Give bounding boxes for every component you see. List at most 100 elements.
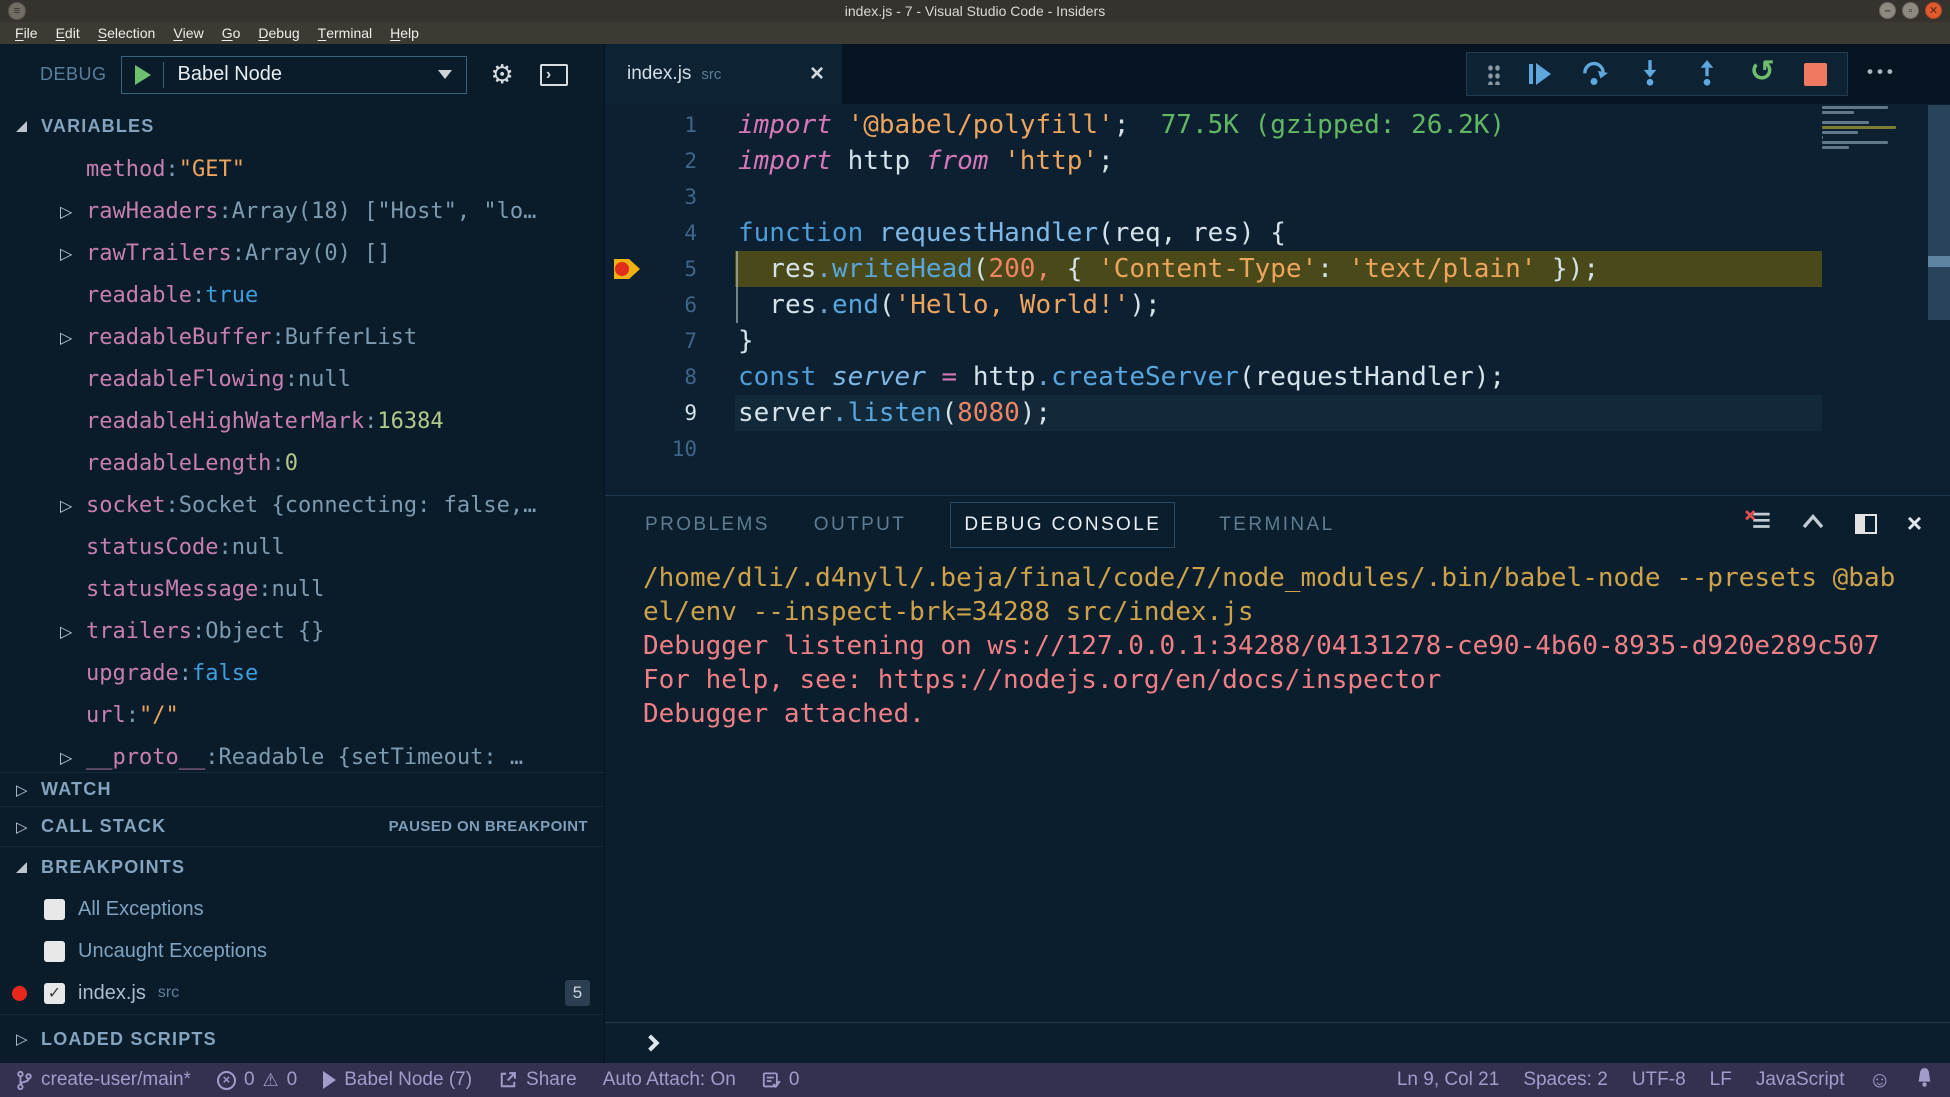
variable-row[interactable]: ▷readableBuffer: BufferList [0, 316, 604, 358]
window-menu-icon[interactable]: ≡ [8, 2, 26, 20]
breakpoints-section-header[interactable]: BREAKPOINTS [0, 846, 604, 888]
line-number[interactable]: 3 [641, 185, 697, 209]
line-number[interactable]: 10 [641, 437, 697, 461]
code-line-2[interactable]: 2import http from 'http'; [605, 143, 1950, 179]
variables-section-header[interactable]: VARIABLES [0, 105, 604, 148]
configure-gear-icon[interactable]: ⚙ [491, 59, 514, 90]
debug-session-status[interactable]: Babel Node (7) [323, 1069, 472, 1091]
clear-console-icon[interactable] [1745, 510, 1771, 537]
auto-attach-toggle[interactable]: Auto Attach: On [603, 1069, 736, 1091]
code-line-6[interactable]: 6 res.end('Hello, World!'); [605, 287, 1950, 323]
tab-index-js[interactable]: index.js src × [605, 44, 842, 104]
twisty-collapsed-icon[interactable]: ▷ [60, 748, 72, 767]
stop-button[interactable] [1804, 63, 1827, 86]
breakpoint-uncaught-exceptions[interactable]: Uncaught Exceptions [0, 930, 604, 972]
menu-item-file[interactable]: File [6, 22, 47, 44]
breakpoint-gutter[interactable] [605, 251, 641, 287]
close-button[interactable]: ✕ [1925, 2, 1942, 19]
language-mode[interactable]: JavaScript [1756, 1069, 1845, 1091]
breakpoint-gutter[interactable] [605, 215, 641, 251]
launch-config-dropdown[interactable]: Babel Node [121, 56, 467, 94]
notifications-bell-icon[interactable] [1915, 1067, 1934, 1094]
breakpoint-gutter[interactable] [605, 107, 641, 143]
twisty-collapsed-icon[interactable]: ▷ [60, 622, 72, 641]
breakpoint-index-js[interactable]: ✓ index.js src 5 [0, 972, 604, 1014]
variable-row[interactable]: upgrade: false [0, 652, 604, 694]
line-number[interactable]: 1 [641, 113, 697, 137]
panel-tab-debug-console[interactable]: DEBUG CONSOLE [950, 502, 1175, 548]
restart-button[interactable]: ↺ [1750, 57, 1775, 87]
line-number[interactable]: 2 [641, 149, 697, 173]
minimap[interactable] [1822, 106, 1922, 156]
code-line-7[interactable]: 7} [605, 323, 1950, 359]
more-actions-icon[interactable]: ••• [1867, 62, 1897, 82]
step-out-button[interactable] [1693, 58, 1721, 91]
open-debug-console-icon[interactable]: › [540, 64, 568, 86]
panel-tab-output[interactable]: OUTPUT [814, 514, 907, 536]
menu-item-go[interactable]: Go [213, 22, 250, 44]
eol-setting[interactable]: LF [1710, 1069, 1732, 1091]
line-number[interactable]: 9 [641, 401, 697, 425]
line-number[interactable]: 4 [641, 221, 697, 245]
line-number[interactable]: 7 [641, 329, 697, 353]
maximize-button[interactable]: ▫ [1902, 2, 1919, 19]
breakpoint-gutter[interactable] [605, 431, 641, 467]
code-line-4[interactable]: 4function requestHandler(req, res) { [605, 215, 1950, 251]
variable-row[interactable]: readableFlowing: null [0, 358, 604, 400]
panel-tab-problems[interactable]: PROBLEMS [645, 514, 770, 536]
step-over-button[interactable] [1580, 58, 1608, 91]
checkbox-checked[interactable]: ✓ [44, 983, 65, 1004]
variable-row[interactable]: readable: true [0, 274, 604, 316]
encoding-setting[interactable]: UTF-8 [1632, 1069, 1686, 1091]
menu-item-help[interactable]: Help [381, 22, 428, 44]
variable-row[interactable]: statusMessage: null [0, 568, 604, 610]
variable-row[interactable]: ▷socket: Socket {connecting: false,… [0, 484, 604, 526]
drag-grip-icon[interactable] [1487, 63, 1500, 85]
minimize-button[interactable]: – [1879, 2, 1896, 19]
toggle-panel-layout-icon[interactable] [1855, 514, 1877, 534]
twisty-collapsed-icon[interactable]: ▷ [60, 328, 72, 347]
step-into-button[interactable] [1636, 58, 1664, 91]
menu-item-debug[interactable]: Debug [249, 22, 308, 44]
checkbox-unchecked[interactable] [44, 899, 65, 920]
start-debugging-icon[interactable] [135, 65, 151, 85]
checkbox-unchecked[interactable] [44, 941, 65, 962]
breakpoint-gutter[interactable] [605, 179, 641, 215]
debug-console-input[interactable] [605, 1022, 1950, 1063]
breakpoint-gutter[interactable] [605, 395, 641, 431]
line-number[interactable]: 6 [641, 293, 697, 317]
variable-row[interactable]: method: "GET" [0, 148, 604, 190]
maximize-panel-icon[interactable] [1801, 512, 1825, 535]
indentation-setting[interactable]: Spaces: 2 [1523, 1069, 1608, 1091]
code-line-9[interactable]: 9server.listen(8080); [605, 395, 1950, 431]
code-line-1[interactable]: 1import '@babel/polyfill'; 77.5K (gzippe… [605, 107, 1950, 143]
breakpoint-all-exceptions[interactable]: All Exceptions [0, 888, 604, 930]
loaded-scripts-section-header[interactable]: ▷ LOADED SCRIPTS [0, 1014, 604, 1063]
line-number[interactable]: 8 [641, 365, 697, 389]
breakpoint-gutter[interactable] [605, 359, 641, 395]
variable-row[interactable]: readableHighWaterMark: 16384 [0, 400, 604, 442]
variable-row[interactable]: readableLength: 0 [0, 442, 604, 484]
editor-scrollbar[interactable] [1928, 105, 1950, 320]
menu-item-selection[interactable]: Selection [89, 22, 165, 44]
variable-row[interactable]: ▷trailers: Object {} [0, 610, 604, 652]
feedback-smiley-icon[interactable]: ☺ [1869, 1069, 1891, 1091]
menu-item-edit[interactable]: Edit [47, 22, 89, 44]
code-line-3[interactable]: 3 [605, 179, 1950, 215]
menu-item-terminal[interactable]: Terminal [309, 22, 381, 44]
panel-tab-terminal[interactable]: TERMINAL [1219, 514, 1334, 536]
line-number[interactable]: 5 [641, 257, 697, 281]
call-stack-section-header[interactable]: ▷ CALL STACK PAUSED ON BREAKPOINT [0, 806, 604, 846]
feedback-counter[interactable]: 0 [762, 1069, 800, 1091]
cursor-position[interactable]: Ln 9, Col 21 [1397, 1069, 1499, 1091]
code-line-8[interactable]: 8const server = http.createServer(reques… [605, 359, 1950, 395]
variable-row[interactable]: statusCode: null [0, 526, 604, 568]
code-line-5[interactable]: 5 res.writeHead(200, { 'Content-Type': '… [605, 251, 1950, 287]
close-panel-icon[interactable]: × [1907, 513, 1922, 534]
code-line-10[interactable]: 10 [605, 431, 1950, 467]
menu-item-view[interactable]: View [164, 22, 212, 44]
breakpoint-gutter[interactable] [605, 287, 641, 323]
breakpoint-gutter[interactable] [605, 143, 641, 179]
twisty-collapsed-icon[interactable]: ▷ [60, 202, 72, 221]
scm-branch-status[interactable]: create-user/main* [16, 1069, 191, 1091]
